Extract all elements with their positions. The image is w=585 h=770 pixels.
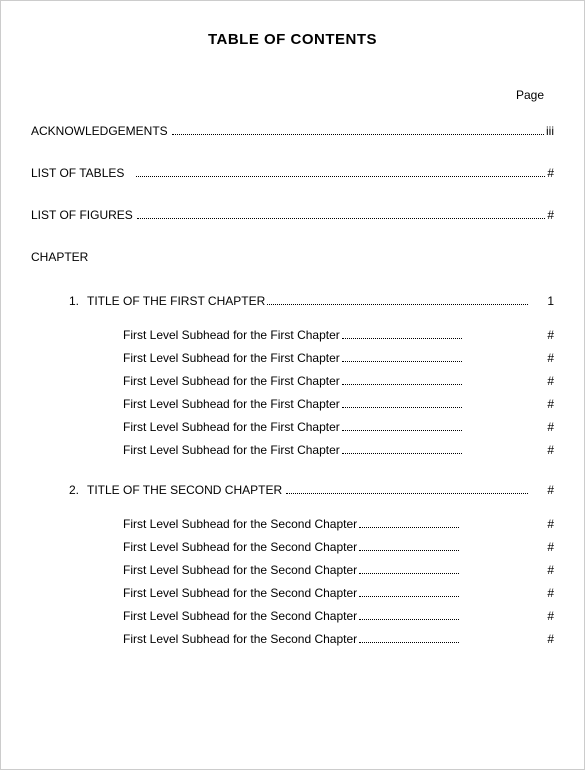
toc-chapter-row: 2. TITLE OF THE SECOND CHAPTER # <box>31 483 554 497</box>
toc-subhead-row: First Level Subhead for the First Chapte… <box>123 374 554 388</box>
toc-page-number: # <box>530 420 554 434</box>
leader-dots <box>267 304 528 305</box>
toc-label: ACKNOWLEDGEMENTS <box>31 124 168 138</box>
toc-page-number: # <box>530 443 554 457</box>
page-column-header: Page <box>31 88 554 102</box>
toc-chapter-row: 1. TITLE OF THE FIRST CHAPTER 1 <box>31 294 554 308</box>
toc-subhead-row: First Level Subhead for the Second Chapt… <box>123 586 554 600</box>
leader-dots <box>359 527 459 528</box>
leader-dots <box>342 430 462 431</box>
toc-page-number: # <box>530 632 554 646</box>
chapter-number: 1. <box>69 294 79 308</box>
subhead-label: First Level Subhead for the Second Chapt… <box>123 586 357 600</box>
chapter-title: TITLE OF THE FIRST CHAPTER <box>87 294 265 308</box>
subhead-label: First Level Subhead for the Second Chapt… <box>123 563 357 577</box>
subhead-label: First Level Subhead for the First Chapte… <box>123 374 340 388</box>
subhead-label: First Level Subhead for the First Chapte… <box>123 351 340 365</box>
toc-page-number: # <box>530 609 554 623</box>
toc-entry-acknowledgements: ACKNOWLEDGEMENTS iii <box>31 124 554 138</box>
toc-subhead-row: First Level Subhead for the First Chapte… <box>123 351 554 365</box>
toc-page-number: # <box>530 328 554 342</box>
leader-dots <box>342 407 462 408</box>
leader-dots <box>342 384 462 385</box>
subhead-label: First Level Subhead for the Second Chapt… <box>123 517 357 531</box>
toc-page-number: # <box>530 483 554 497</box>
subhead-label: First Level Subhead for the Second Chapt… <box>123 632 357 646</box>
subhead-label: First Level Subhead for the First Chapte… <box>123 443 340 457</box>
chapter-section-heading: CHAPTER <box>31 250 554 264</box>
toc-page-number: # <box>547 166 554 180</box>
toc-subhead-row: First Level Subhead for the Second Chapt… <box>123 517 554 531</box>
leader-dots <box>137 218 546 219</box>
subhead-label: First Level Subhead for the Second Chapt… <box>123 540 357 554</box>
toc-subhead-row: First Level Subhead for the Second Chapt… <box>123 632 554 646</box>
subhead-label: First Level Subhead for the First Chapte… <box>123 328 340 342</box>
chapter-title: TITLE OF THE SECOND CHAPTER <box>87 483 282 497</box>
toc-label: LIST OF TABLES <box>31 166 124 180</box>
toc-label: LIST OF FIGURES <box>31 208 133 222</box>
toc-subhead-row: First Level Subhead for the First Chapte… <box>123 328 554 342</box>
leader-dots <box>286 493 528 494</box>
toc-page-number: 1 <box>530 294 554 308</box>
toc-page-number: # <box>530 586 554 600</box>
toc-page-number: # <box>547 208 554 222</box>
toc-page-number: # <box>530 397 554 411</box>
leader-dots <box>342 361 462 362</box>
leader-dots <box>359 550 459 551</box>
leader-dots <box>359 573 459 574</box>
toc-entry-list-of-tables: LIST OF TABLES # <box>31 166 554 180</box>
leader-dots <box>342 338 462 339</box>
chapter-number: 2. <box>69 483 79 497</box>
subhead-label: First Level Subhead for the First Chapte… <box>123 397 340 411</box>
subhead-label: First Level Subhead for the First Chapte… <box>123 420 340 434</box>
toc-subhead-row: First Level Subhead for the Second Chapt… <box>123 609 554 623</box>
page-title: TABLE OF CONTENTS <box>31 31 554 48</box>
toc-subhead-row: First Level Subhead for the First Chapte… <box>123 420 554 434</box>
toc-page-number: iii <box>546 124 554 138</box>
leader-dots <box>359 619 459 620</box>
toc-subhead-row: First Level Subhead for the First Chapte… <box>123 397 554 411</box>
chapter-2-sublist: First Level Subhead for the Second Chapt… <box>31 517 554 646</box>
toc-page-number: # <box>530 351 554 365</box>
toc-page-number: # <box>530 374 554 388</box>
toc-page-number: # <box>530 563 554 577</box>
subhead-label: First Level Subhead for the Second Chapt… <box>123 609 357 623</box>
toc-subhead-row: First Level Subhead for the Second Chapt… <box>123 540 554 554</box>
toc-page-number: # <box>530 540 554 554</box>
leader-dots <box>172 134 544 135</box>
leader-dots <box>342 453 462 454</box>
chapter-1-sublist: First Level Subhead for the First Chapte… <box>31 328 554 457</box>
toc-subhead-row: First Level Subhead for the Second Chapt… <box>123 563 554 577</box>
toc-entry-list-of-figures: LIST OF FIGURES # <box>31 208 554 222</box>
leader-dots <box>136 176 545 177</box>
toc-subhead-row: First Level Subhead for the First Chapte… <box>123 443 554 457</box>
leader-dots <box>359 642 459 643</box>
toc-page-number: # <box>530 517 554 531</box>
leader-dots <box>359 596 459 597</box>
